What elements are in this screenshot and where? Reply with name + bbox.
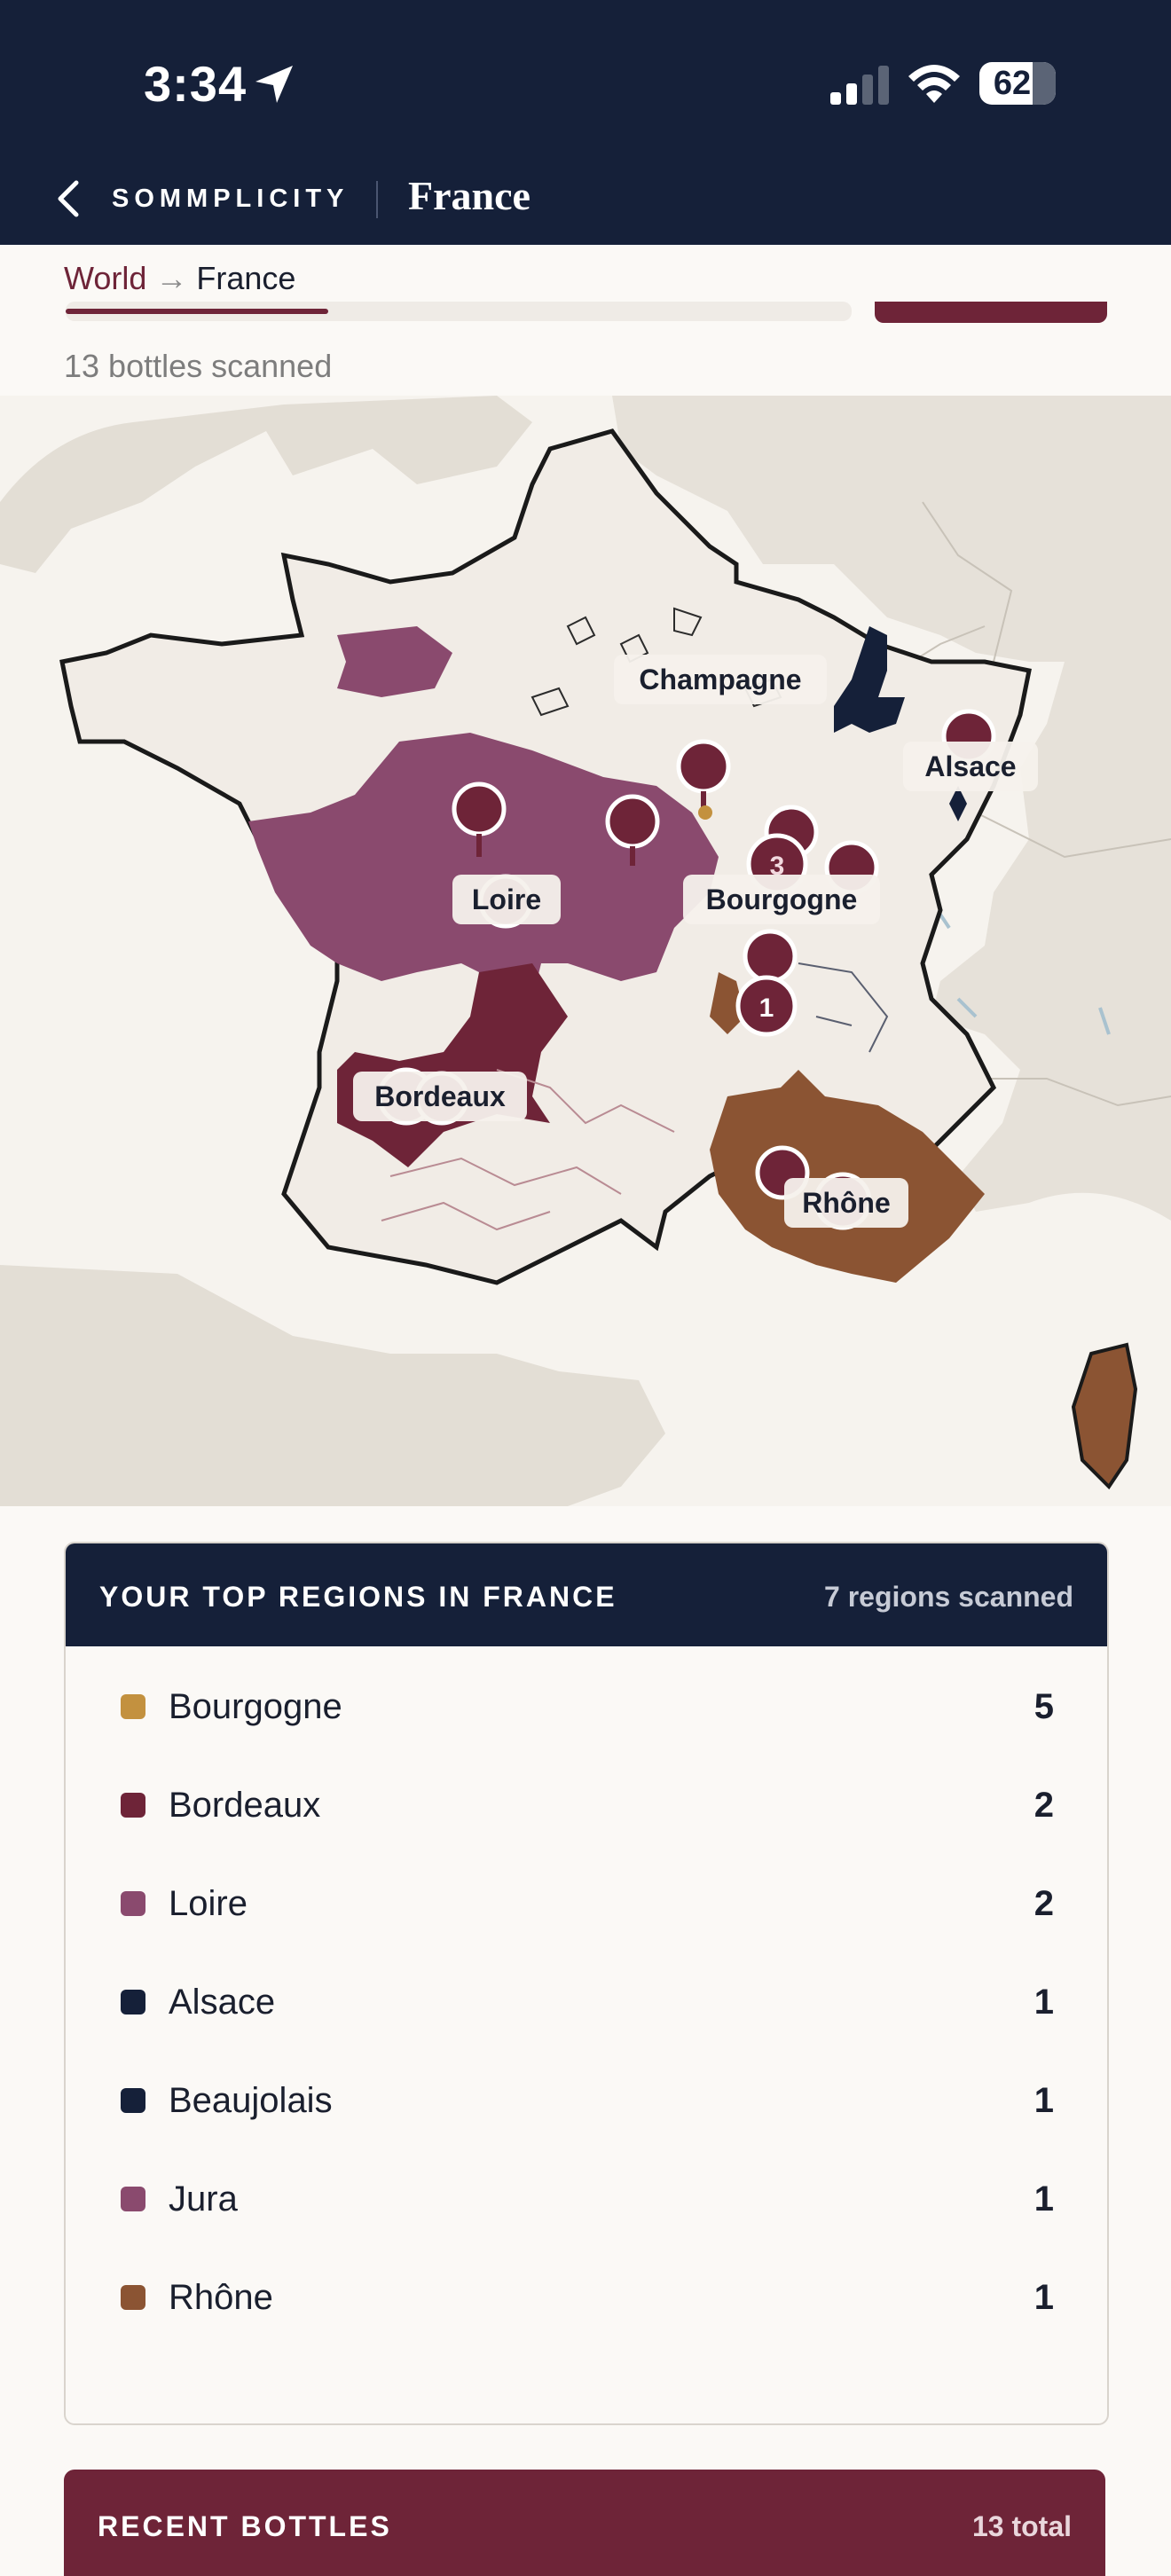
region-color-swatch	[121, 1990, 145, 2014]
region-row[interactable]: Beaujolais 1	[66, 2065, 1107, 2136]
cellular-signal-icon	[830, 66, 889, 105]
brand-name: SOMMPLICITY	[112, 185, 350, 213]
bottles-scanned-count: 13 bottles scanned	[64, 348, 333, 384]
recent-bottles-header[interactable]: RECENT BOTTLES 13 total	[64, 2470, 1105, 2576]
back-chevron-icon[interactable]	[51, 177, 87, 220]
recent-bottles-title: RECENT BOTTLES	[98, 2510, 392, 2542]
region-name: Loire	[169, 1884, 248, 1923]
region-row[interactable]: Bourgogne 5	[66, 1671, 1107, 1742]
region-count: 1	[1033, 2081, 1054, 2120]
battery-icon: 62	[979, 62, 1056, 105]
top-regions-header: YOUR TOP REGIONS IN FRANCE 7 regions sca…	[66, 1543, 1107, 1646]
region-color-swatch	[121, 2187, 145, 2211]
france-region-map[interactable]: 3 1 Champagne Alsace Loire Bourgogne Bor…	[0, 396, 1171, 1506]
app-header: 3:34 62 SOMMPLICITY France	[0, 0, 1171, 245]
region-name: Alsace	[169, 1983, 276, 2022]
region-row[interactable]: Loire 2	[66, 1868, 1107, 1939]
region-name: Jura	[169, 2179, 238, 2219]
breadcrumb-arrow-icon: →	[155, 260, 188, 296]
map-label-alsace: Alsace	[924, 750, 1016, 782]
map-label-bourgogne: Bourgogne	[706, 884, 858, 915]
nav-divider	[376, 181, 378, 218]
recent-bottles-total: 13 total	[971, 2510, 1072, 2542]
region-count: 1	[1033, 2278, 1054, 2317]
region-row[interactable]: Alsace 1	[66, 1967, 1107, 2038]
region-name: Bordeaux	[169, 1786, 321, 1825]
map-label-loire: Loire	[472, 884, 541, 915]
map-label-bordeaux: Bordeaux	[374, 1080, 506, 1112]
strip-button-edge[interactable]	[875, 302, 1107, 323]
region-color-swatch	[121, 2285, 145, 2310]
region-count: 5	[1033, 1687, 1054, 1726]
region-count: 2	[1033, 1786, 1054, 1825]
battery-level: 62	[993, 65, 1032, 102]
region-row[interactable]: Rhône 1	[66, 2262, 1107, 2333]
map-label-rhone: Rhône	[802, 1187, 891, 1219]
region-name: Beaujolais	[169, 2081, 333, 2120]
region-name: Bourgogne	[169, 1687, 342, 1726]
wifi-icon	[908, 65, 960, 103]
map-label-champagne: Champagne	[639, 664, 801, 695]
region-color-swatch	[121, 1694, 145, 1719]
region-count: 1	[1033, 1983, 1054, 2022]
top-regions-card: YOUR TOP REGIONS IN FRANCE 7 regions sca…	[64, 1542, 1109, 2425]
region-count: 1	[1033, 2179, 1054, 2219]
cluster-count-south: 1	[759, 993, 774, 1023]
region-row[interactable]: Bordeaux 2	[66, 1770, 1107, 1841]
regions-scanned-count: 7 regions scanned	[824, 1581, 1073, 1613]
top-regions-title: YOUR TOP REGIONS IN FRANCE	[99, 1581, 617, 1613]
region-count: 2	[1033, 1884, 1054, 1923]
location-arrow-icon	[255, 66, 293, 103]
status-time: 3:34	[144, 56, 248, 112]
region-color-swatch	[121, 2088, 145, 2113]
region-row[interactable]: Jura 1	[66, 2164, 1107, 2234]
region-name: Rhône	[169, 2278, 273, 2317]
page-title: France	[408, 173, 530, 218]
region-color-swatch	[121, 1891, 145, 1916]
scroll-strip	[66, 302, 852, 321]
region-color-swatch	[121, 1793, 145, 1818]
breadcrumb-world-link[interactable]: World	[64, 260, 146, 296]
breadcrumb: World → France	[64, 260, 295, 297]
breadcrumb-current: France	[196, 260, 296, 296]
